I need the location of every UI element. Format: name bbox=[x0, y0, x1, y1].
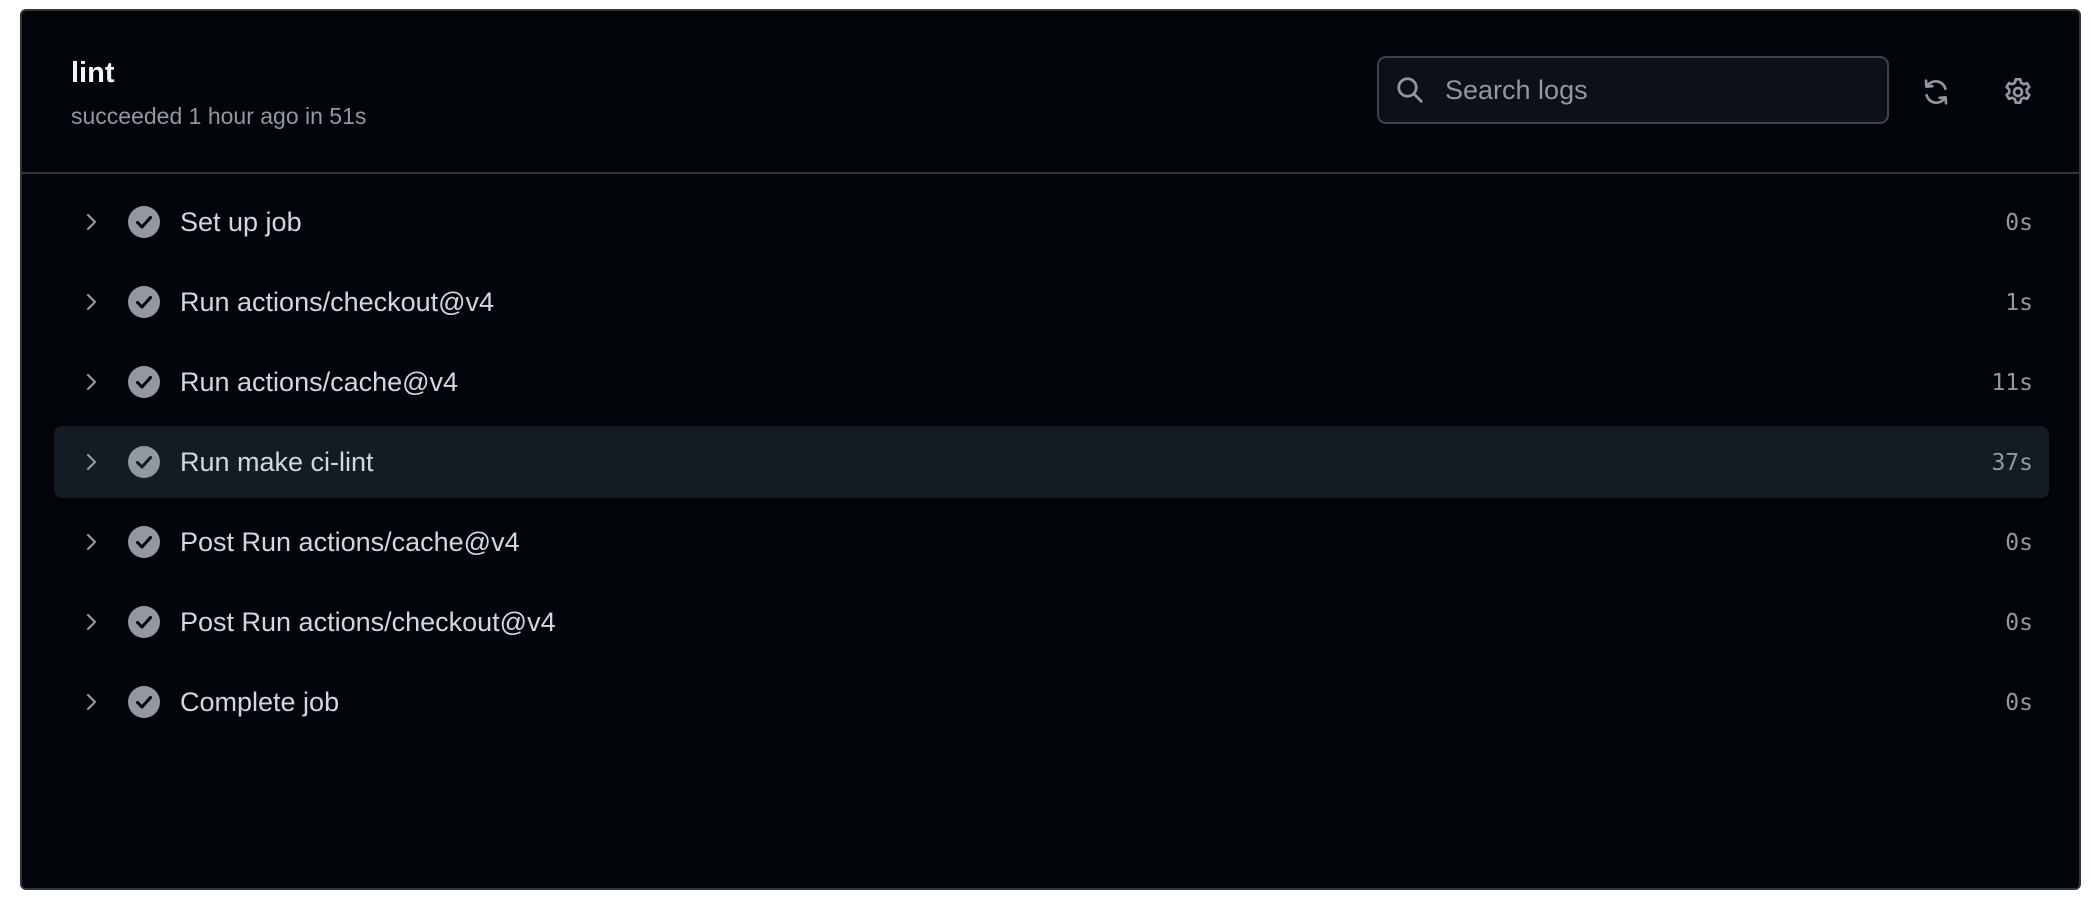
step-duration: 0s bbox=[2005, 610, 2033, 636]
search-icon bbox=[1397, 77, 1423, 103]
step-row[interactable]: Set up job 0s bbox=[54, 186, 2049, 258]
check-circle-icon bbox=[128, 286, 160, 318]
chevron-right-icon bbox=[86, 613, 97, 631]
search-logs-input[interactable] bbox=[1443, 73, 1867, 107]
chevron-right-icon bbox=[86, 533, 97, 551]
step-row[interactable]: Run actions/cache@v4 11s bbox=[54, 346, 2049, 418]
step-row[interactable]: Post Run actions/checkout@v4 0s bbox=[54, 586, 2049, 658]
step-name: Set up job bbox=[180, 207, 302, 237]
gear-icon bbox=[2005, 78, 2031, 104]
step-row[interactable]: Complete job 0s bbox=[54, 666, 2049, 738]
step-duration: 0s bbox=[2005, 530, 2033, 556]
step-name: Post Run actions/checkout@v4 bbox=[180, 607, 556, 637]
step-name: Complete job bbox=[180, 687, 340, 717]
job-title: lint bbox=[71, 57, 115, 89]
step-name: Run actions/checkout@v4 bbox=[180, 287, 495, 317]
search-logs-field[interactable] bbox=[1377, 56, 1889, 124]
check-circle-icon bbox=[128, 446, 160, 478]
step-row[interactable]: Run actions/checkout@v4 1s bbox=[54, 266, 2049, 338]
check-circle-icon bbox=[128, 526, 160, 558]
check-circle-icon bbox=[128, 206, 160, 238]
job-status-text: succeeded 1 hour ago in 51s bbox=[71, 103, 367, 129]
check-circle-icon bbox=[128, 366, 160, 398]
step-duration: 0s bbox=[2005, 690, 2033, 716]
step-duration: 37s bbox=[1991, 450, 2033, 476]
step-row[interactable]: Post Run actions/cache@v4 0s bbox=[54, 506, 2049, 578]
step-duration: 11s bbox=[1991, 370, 2033, 396]
chevron-right-icon bbox=[86, 293, 97, 311]
check-circle-icon bbox=[128, 686, 160, 718]
sync-icon bbox=[1924, 79, 1948, 105]
chevron-right-icon bbox=[86, 693, 97, 711]
step-name: Post Run actions/cache@v4 bbox=[180, 527, 520, 557]
step-duration: 0s bbox=[2005, 210, 2033, 236]
chevron-right-icon bbox=[86, 373, 97, 391]
job-header: lint succeeded 1 hour ago in 51s bbox=[22, 11, 2079, 174]
step-name: Run actions/cache@v4 bbox=[180, 367, 459, 397]
refresh-button[interactable] bbox=[1916, 72, 1956, 112]
step-duration: 1s bbox=[2005, 290, 2033, 316]
chevron-right-icon bbox=[86, 453, 97, 471]
step-name: Run make ci-lint bbox=[180, 447, 374, 477]
check-circle-icon bbox=[128, 606, 160, 638]
job-log-panel: lint succeeded 1 hour ago in 51s Search … bbox=[20, 9, 2081, 890]
step-row-highlighted[interactable]: Run make ci-lint 37s bbox=[54, 426, 2049, 498]
settings-button[interactable] bbox=[1998, 72, 2038, 112]
chevron-right-icon bbox=[86, 213, 97, 231]
